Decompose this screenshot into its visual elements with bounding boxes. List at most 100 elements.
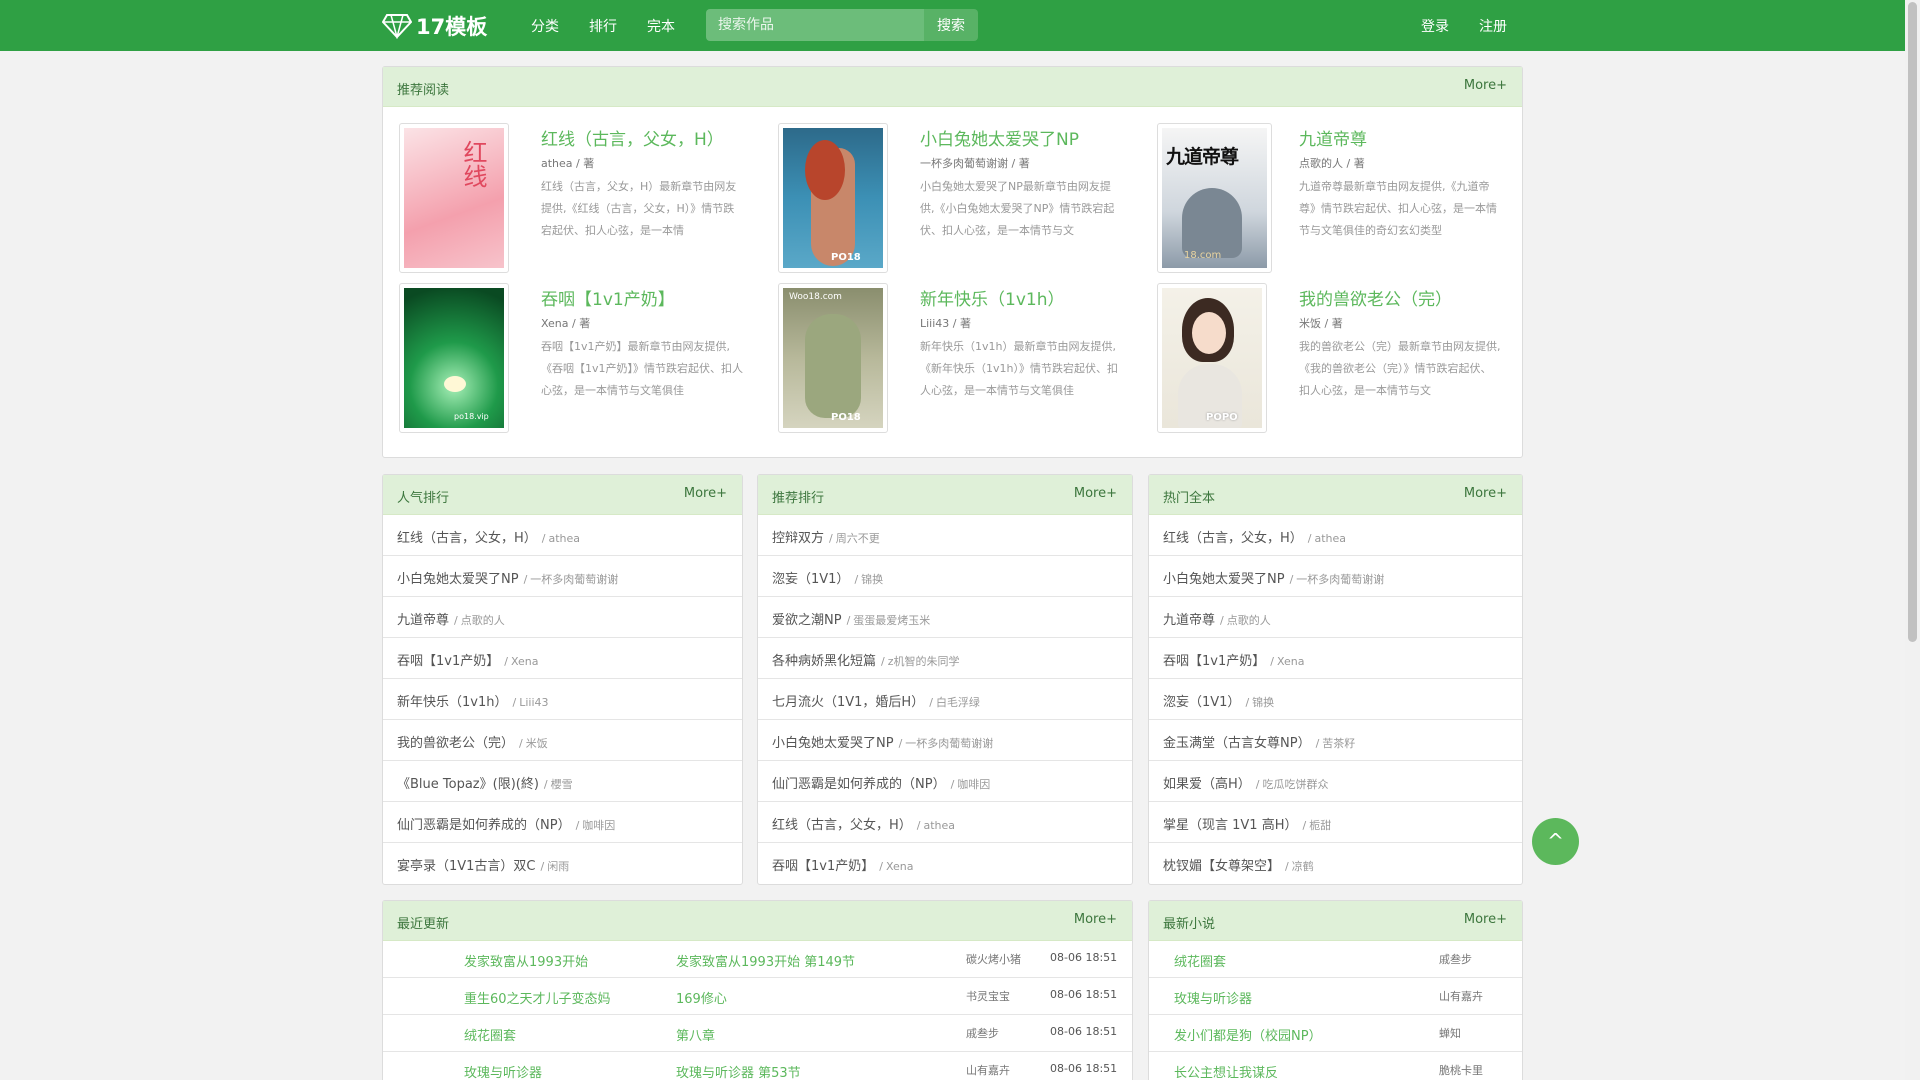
list-item: 我的兽欲老公（完） / 米饭 (383, 720, 742, 761)
new-novel-row: 玫瑰与听诊器 山有嘉卉 (1149, 978, 1522, 1015)
recrank-list: 控辩双方 / 周六不更 淴妄（1V1） / 锦换 爱欲之潮NP / 蛋蛋最爱烤玉米 各种病娇… (758, 515, 1132, 884)
new-novel-title[interactable]: 发小们都是狗（校园NP） (1174, 1025, 1322, 1044)
list-item-title[interactable]: 吞咽【1v1产奶】 (397, 654, 499, 669)
book-author[interactable]: 点歌的人 (1299, 157, 1343, 170)
book-author[interactable]: 米饭 (1299, 317, 1321, 330)
update-book-title[interactable]: 发家致富从1993开始 (464, 951, 588, 970)
search-input[interactable] (706, 9, 924, 41)
list-item: 掌星（现言 1V1 高H） / 栀甜 (1149, 802, 1522, 843)
book-author[interactable]: 一杯多肉葡萄谢谢 (920, 157, 1008, 170)
book-title[interactable]: 小白兔她太爱哭了NP (920, 125, 1079, 150)
list-item-author: 点歌的人 (1226, 614, 1271, 627)
list-item-title[interactable]: 各种病娇黑化短篇 (772, 654, 876, 669)
list-item-title[interactable]: 新年快乐（1v1h） (397, 695, 507, 710)
recent-more-link[interactable]: More+ (1074, 912, 1117, 927)
hotfinished-more-link[interactable]: More+ (1464, 486, 1507, 501)
list-item: 仙门恶霸是如何养成的（NP） / 咖啡因 (383, 802, 742, 843)
top-navbar: 17模板 分类 排行 完本 搜索 登录 注册 (0, 0, 1905, 51)
book-description: 吞咽【1v1产奶】最新章节由网友提供,《吞咽【1v1产奶】》情节跌宕起伏、扣人心… (541, 340, 744, 397)
update-book-title[interactable]: 绒花圈套 (464, 1025, 516, 1044)
recent-title: 最近更新 (397, 917, 450, 932)
list-item: 仙门恶霸是如何养成的（NP） / 咖啡因 (758, 761, 1132, 802)
list-item-title[interactable]: 掌星（现言 1V1 高H） (1163, 818, 1297, 833)
update-chapter[interactable]: 玫瑰与听诊器 第53节 (676, 1062, 801, 1080)
author-suffix: / 著 (576, 157, 595, 170)
list-item-title[interactable]: 宴亭录（1V1古言）双C (397, 859, 536, 874)
site-logo[interactable]: 17模板 (382, 11, 487, 41)
book-title[interactable]: 新年快乐（1v1h） (920, 285, 1064, 310)
book-title[interactable]: 我的兽欲老公（完） (1299, 285, 1452, 310)
list-item-title[interactable]: 吞咽【1v1产奶】 (1163, 654, 1265, 669)
book-author[interactable]: Liii43 (920, 317, 949, 330)
book-author[interactable]: athea (541, 157, 573, 170)
search-button[interactable]: 搜索 (924, 9, 978, 41)
recrank-more-link[interactable]: More+ (1074, 486, 1117, 501)
update-author: 书灵宝宝 (966, 990, 1010, 1003)
book-title[interactable]: 九道帝尊 (1299, 125, 1367, 150)
book-cover[interactable]: PO18 (778, 123, 888, 273)
new-novel-title[interactable]: 玫瑰与听诊器 (1174, 988, 1252, 1007)
new-novel-title[interactable]: 绒花圈套 (1174, 951, 1226, 970)
list-item-title[interactable]: 小白兔她太爱哭了NP (772, 736, 894, 751)
register-link[interactable]: 注册 (1479, 16, 1507, 36)
list-item-title[interactable]: 我的兽欲老公（完） (397, 736, 514, 751)
book-cover[interactable]: Woo18.com PO18 (778, 283, 888, 433)
book-cover[interactable]: 红线 (399, 123, 509, 273)
list-item-title[interactable]: 淴妄（1V1） (772, 572, 849, 587)
update-row: 玫瑰与听诊器 玫瑰与听诊器 第53节 山有嘉卉 08-06 18:51 (383, 1052, 1132, 1080)
list-item: 吞咽【1v1产奶】 / Xena (1149, 638, 1522, 679)
list-item-title[interactable]: 九道帝尊 (397, 613, 449, 628)
list-item-author: 锦换 (861, 573, 884, 586)
list-item: 七月流火（1V1，婚后H） / 白毛浮绿 (758, 679, 1132, 720)
nav-finished[interactable]: 完本 (647, 16, 675, 36)
list-item-title[interactable]: 小白兔她太爱哭了NP (397, 572, 519, 587)
recommend-more-link[interactable]: More+ (1464, 78, 1507, 93)
update-row: 绒花圈套 第八章 戚叁步 08-06 18:51 (383, 1015, 1132, 1052)
nav-category[interactable]: 分类 (531, 16, 559, 36)
popular-more-link[interactable]: More+ (684, 486, 727, 501)
book-title[interactable]: 吞咽【1v1产奶】 (541, 285, 675, 310)
list-item-author: 咖啡因 (582, 819, 616, 832)
new-novel-title[interactable]: 长公主想让我谋反 (1174, 1062, 1278, 1080)
book-cover[interactable]: 九道帝尊 18.com (1157, 123, 1272, 273)
list-item-title[interactable]: 爱欲之潮NP (772, 613, 842, 628)
book-author-line: Liii43 / 著 (920, 315, 971, 331)
list-item-title[interactable]: 九道帝尊 (1163, 613, 1215, 628)
list-item: 红线（古言，父女，H） / athea (758, 802, 1132, 843)
list-item-title[interactable]: 仙门恶霸是如何养成的（NP） (397, 818, 571, 833)
update-chapter[interactable]: 169修心 (676, 988, 727, 1007)
list-item-title[interactable]: 仙门恶霸是如何养成的（NP） (772, 777, 946, 792)
list-item: 淴妄（1V1） / 锦换 (758, 556, 1132, 597)
list-item-title[interactable]: 控辩双方 (772, 531, 824, 546)
update-chapter[interactable]: 第八章 (676, 1025, 715, 1044)
book-cover[interactable]: po18.vip (399, 283, 509, 433)
list-item: 《Blue Topaz》(限)(終) / 櫻雪 (383, 761, 742, 802)
book-title[interactable]: 红线（古言，父女，H） (541, 125, 724, 150)
list-item-title[interactable]: 金玉满堂（古言女尊NP） (1163, 736, 1311, 751)
list-item-title[interactable]: 吞咽【1v1产奶】 (772, 859, 874, 874)
hotfinished-header: 热门全本 More+ (1149, 475, 1522, 515)
list-item-title[interactable]: 七月流火（1V1，婚后H） (772, 695, 924, 710)
login-link[interactable]: 登录 (1421, 16, 1449, 36)
update-book-title[interactable]: 重生60之天才儿子变态妈 (464, 988, 611, 1007)
newnovels-more-link[interactable]: More+ (1464, 912, 1507, 927)
list-item-title[interactable]: 红线（古言，父女，H） (397, 531, 537, 546)
book-author[interactable]: Xena (541, 317, 569, 330)
update-book-title[interactable]: 玫瑰与听诊器 (464, 1062, 542, 1080)
page-scrollbar[interactable] (1905, 0, 1920, 1080)
cover-caption: 红线 (459, 140, 487, 188)
list-item-title[interactable]: 小白兔她太爱哭了NP (1163, 572, 1285, 587)
list-item-title[interactable]: 枕钗媚【女尊架空】 (1163, 859, 1280, 874)
new-novel-author: 脆桃卡里 (1439, 1064, 1483, 1077)
cover-figure (805, 314, 861, 418)
back-to-top-button[interactable]: ^ (1532, 818, 1579, 865)
book-cover[interactable]: POPO (1157, 283, 1267, 433)
nav-ranking[interactable]: 排行 (589, 16, 617, 36)
list-item-title[interactable]: 《Blue Topaz》(限)(終) (397, 777, 539, 792)
update-chapter[interactable]: 发家致富从1993开始 第149节 (676, 951, 855, 970)
scrollbar-thumb[interactable] (1908, 2, 1917, 642)
list-item-title[interactable]: 淴妄（1V1） (1163, 695, 1240, 710)
list-item-title[interactable]: 如果爱（高H） (1163, 777, 1251, 792)
list-item-title[interactable]: 红线（古言，父女，H） (772, 818, 912, 833)
list-item-title[interactable]: 红线（古言，父女，H） (1163, 531, 1303, 546)
